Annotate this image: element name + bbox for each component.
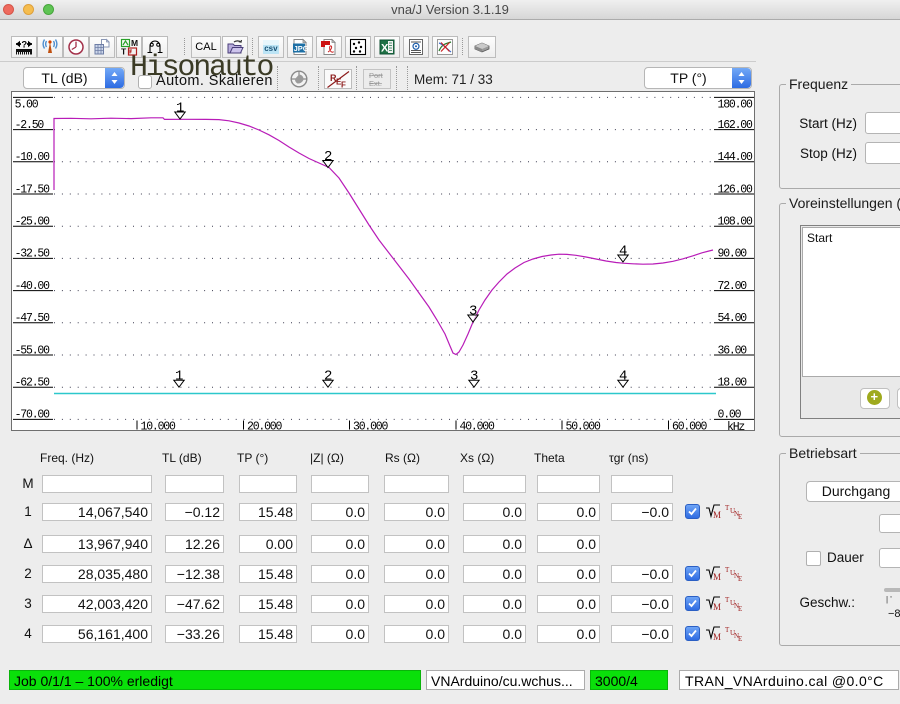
svg-text:126.00: 126.00 bbox=[718, 183, 754, 196]
svg-text:54.00: 54.00 bbox=[718, 312, 748, 325]
svg-text:162.00: 162.00 bbox=[718, 119, 754, 132]
svg-text:2: 2 bbox=[324, 149, 332, 165]
svg-text:-25.00: -25.00 bbox=[15, 216, 51, 229]
svg-text:10.000: 10.000 bbox=[141, 421, 177, 433]
svg-text:4: 4 bbox=[619, 369, 627, 385]
svg-text:1: 1 bbox=[176, 101, 184, 117]
svg-text:-10.00: -10.00 bbox=[15, 151, 51, 164]
svg-text:1: 1 bbox=[175, 369, 183, 385]
svg-text:90.00: 90.00 bbox=[718, 248, 748, 261]
svg-text:72.00: 72.00 bbox=[718, 280, 748, 293]
svg-text:-17.50: -17.50 bbox=[15, 183, 51, 196]
svg-text:M: M bbox=[713, 510, 721, 520]
svg-text:E: E bbox=[738, 605, 742, 613]
svg-text:60.000: 60.000 bbox=[672, 421, 708, 433]
svg-text:-32.50: -32.50 bbox=[15, 248, 51, 261]
svg-text:E: E bbox=[738, 575, 742, 583]
svg-text:-47.50: -47.50 bbox=[15, 312, 51, 325]
svg-text:-55.00: -55.00 bbox=[15, 344, 51, 357]
svg-text:180.00: 180.00 bbox=[718, 98, 754, 111]
svg-text:M: M bbox=[713, 602, 721, 612]
svg-text:3: 3 bbox=[470, 369, 478, 385]
svg-text:30.000: 30.000 bbox=[353, 421, 389, 433]
svg-text:M: M bbox=[713, 632, 721, 642]
svg-text:108.00: 108.00 bbox=[718, 216, 754, 229]
svg-text:2: 2 bbox=[324, 369, 332, 385]
svg-text:3: 3 bbox=[469, 304, 477, 320]
svg-text:36.00: 36.00 bbox=[718, 344, 748, 357]
svg-text:-40.00: -40.00 bbox=[15, 280, 51, 293]
svg-text:kHz: kHz bbox=[727, 421, 744, 432]
svg-text:40.000: 40.000 bbox=[460, 421, 496, 433]
svg-text:?: ? bbox=[21, 40, 27, 51]
svg-text:4: 4 bbox=[619, 244, 627, 260]
svg-text:M: M bbox=[713, 572, 721, 582]
svg-text:18.00: 18.00 bbox=[718, 377, 748, 390]
svg-text:T: T bbox=[121, 47, 127, 57]
svg-text:50.000: 50.000 bbox=[566, 421, 602, 433]
svg-text:E: E bbox=[738, 513, 742, 521]
svg-text:M: M bbox=[131, 38, 138, 48]
svg-text:-70.00: -70.00 bbox=[15, 409, 51, 422]
svg-text:-2.50: -2.50 bbox=[15, 119, 45, 132]
svg-text:144.00: 144.00 bbox=[718, 151, 754, 164]
svg-text:-62.50: -62.50 bbox=[15, 377, 51, 390]
svg-text:20.000: 20.000 bbox=[247, 421, 283, 433]
svg-text:0.00: 0.00 bbox=[718, 409, 742, 422]
svg-text:5.00: 5.00 bbox=[15, 98, 39, 111]
svg-text:E: E bbox=[738, 635, 742, 643]
